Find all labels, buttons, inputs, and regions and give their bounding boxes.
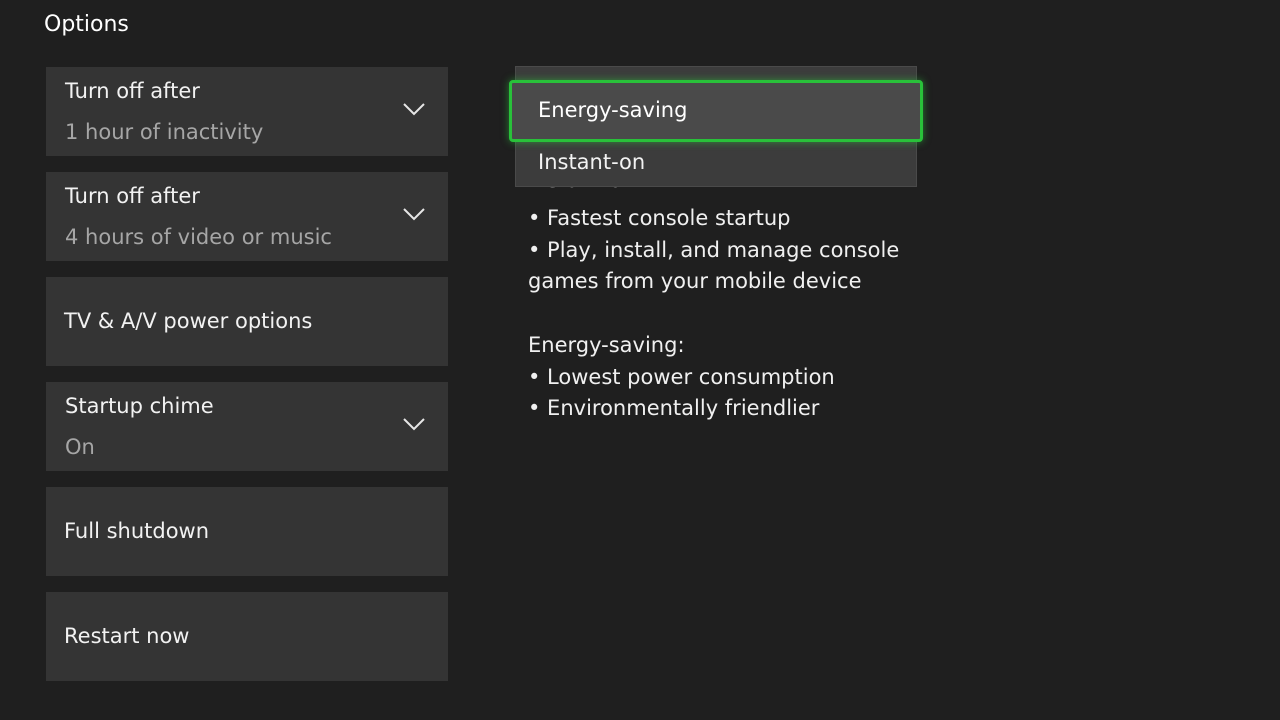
dropdown-option-energy-saving[interactable]: Energy-saving [509,80,923,142]
restart-now-button[interactable]: Restart now [46,592,448,681]
instant-bullet: • Fastest console startup [528,206,791,230]
startup-chime-select[interactable]: Startup chime On [46,382,448,471]
turn-off-media-select[interactable]: Turn off after 4 hours of video or music [46,172,448,261]
option-label: Energy-saving [538,98,688,122]
tile-label: Full shutdown [64,519,210,543]
tile-value: On [65,435,95,459]
chevron-down-icon [403,418,425,431]
energy-bullet: • Environmentally friendlier [528,396,820,420]
power-options-screen: Options Turn off after 1 hour of inactiv… [0,0,1280,720]
full-shutdown-button[interactable]: Full shutdown [46,487,448,576]
tile-value: 4 hours of video or music [65,225,332,249]
tile-label: TV & A/V power options [64,309,313,333]
dropdown-option-instant-on[interactable]: Instant-on [538,150,645,174]
energy-bullet: • Lowest power consumption [528,365,835,389]
tile-label: Turn off after [65,184,200,208]
energy-saving-heading: Energy-saving: [528,333,685,357]
tile-label: Restart now [64,624,190,648]
tile-label: Startup chime [65,394,214,418]
instant-bullet: games from your mobile device [528,269,862,293]
section-title: Options [44,12,129,37]
tv-av-power-options-button[interactable]: TV & A/V power options [46,277,448,366]
instant-bullet: • Play, install, and manage console [528,238,900,262]
tile-value: 1 hour of inactivity [65,120,264,144]
chevron-down-icon [403,103,425,116]
turn-off-inactivity-select[interactable]: Turn off after 1 hour of inactivity [46,67,448,156]
chevron-down-icon [403,208,425,221]
tile-label: Turn off after [65,79,200,103]
